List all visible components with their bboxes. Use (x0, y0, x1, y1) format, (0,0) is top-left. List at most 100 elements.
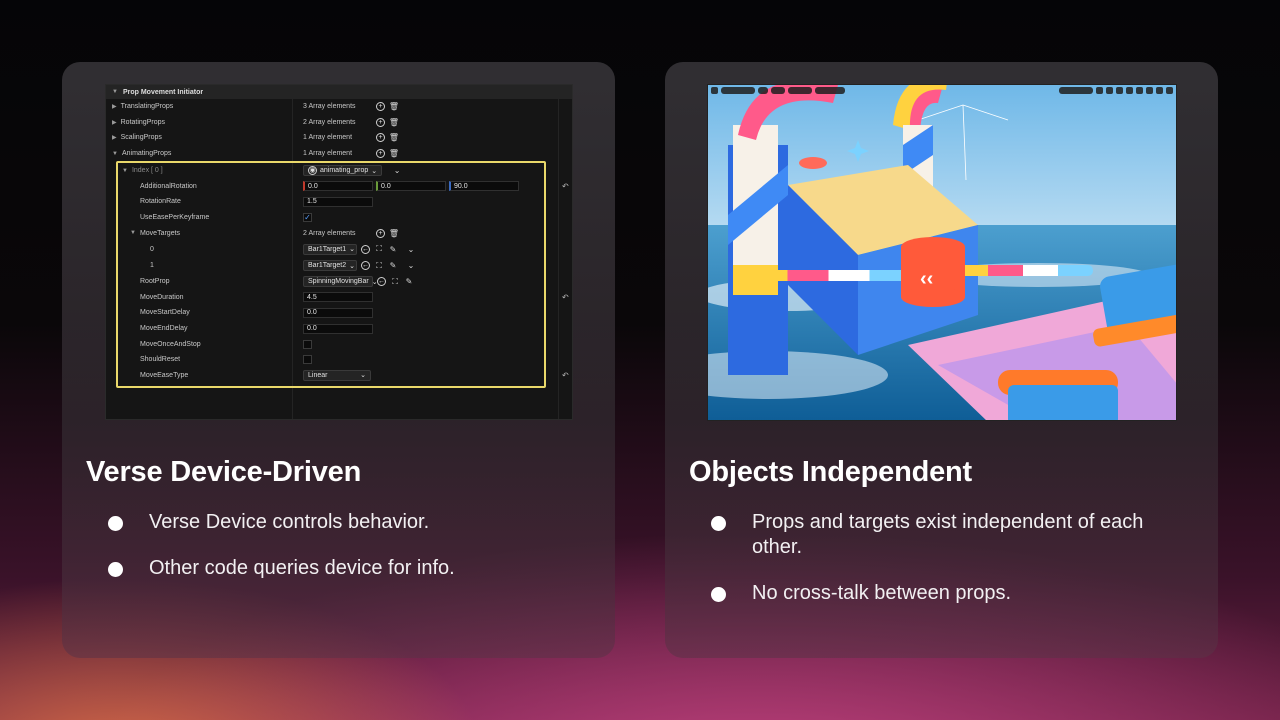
property-row-should-reset[interactable]: ShouldReset (106, 352, 572, 368)
bullet-list: Props and targets exist independent of e… (711, 510, 1171, 627)
array-count: 2 Array elements (303, 229, 356, 237)
reset-arrow-icon[interactable]: ↶ (562, 182, 569, 191)
bullet-text: Verse Device controls behavior. (149, 511, 430, 533)
triangle-right-icon[interactable]: ▶ (112, 134, 117, 141)
root-prop-dropdown[interactable]: SpinningMovingBar ⌄ (303, 276, 378, 288)
chevron-down-icon: ⌄ (360, 372, 366, 380)
reset-arrow-icon[interactable]: ↶ (562, 293, 569, 302)
property-row-move-end-delay[interactable]: MoveEndDelay 0.0 (106, 321, 572, 337)
property-row-move-once[interactable]: MoveOnceAndStop (106, 336, 572, 352)
game-viewport[interactable]: ‹‹ (707, 84, 1177, 421)
rotation-y-field[interactable]: 0.0 (376, 181, 446, 192)
dropdown-value: SpinningMovingBar (308, 278, 369, 286)
plus-circle-icon[interactable]: + (376, 102, 385, 112)
rotation-z-field[interactable]: 90.0 (449, 181, 519, 192)
property-row-target-1[interactable]: 1 Bar1Target2 ⌄ ← ⛶ ✎ ⌄ (106, 258, 572, 274)
property-row-scaling-props[interactable]: ▶ ScalingProps 1 Array element + 🗑 (106, 130, 572, 146)
target-1-dropdown[interactable]: Bar1Target2 ⌄ (303, 260, 357, 272)
triangle-down-icon[interactable]: ▼ (130, 230, 136, 236)
tool-icon[interactable] (1106, 86, 1113, 94)
tool-icon[interactable] (1096, 86, 1103, 94)
property-row-index[interactable]: ▼ Index [ 0 ] ◉ animating_prop ⌄ ⌄ (106, 163, 572, 179)
rotation-x-field[interactable]: 0.0 (303, 181, 373, 192)
move-duration-field[interactable]: 4.5 (303, 292, 373, 303)
property-row-move-duration[interactable]: MoveDuration 4.5 ↶ (106, 290, 572, 306)
arrow-left-circle-icon[interactable]: ← (361, 261, 370, 271)
viewport-button[interactable] (721, 86, 755, 94)
menu-icon[interactable] (711, 86, 718, 94)
dropdown-value: Bar1Target2 (308, 262, 347, 270)
should-reset-checkbox[interactable] (303, 355, 312, 365)
eyedropper-icon[interactable]: ✎ (404, 277, 414, 287)
reset-arrow-icon[interactable]: ↶ (562, 371, 569, 380)
eyedropper-icon[interactable]: ✎ (388, 261, 398, 271)
plus-circle-icon[interactable]: + (376, 117, 385, 127)
bullet-item: Other code queries device for info. (108, 556, 568, 581)
plus-circle-icon[interactable]: + (376, 228, 385, 238)
move-start-delay-field[interactable]: 0.0 (303, 307, 373, 318)
arrow-left-circle-icon[interactable]: ← (361, 244, 370, 254)
target-0-dropdown[interactable]: Bar1Target1 ⌄ (303, 243, 357, 255)
bullet-list: Verse Device controls behavior. Other co… (108, 510, 568, 602)
tool-icon[interactable] (1146, 86, 1153, 94)
arrow-left-circle-icon[interactable]: ← (377, 277, 386, 287)
triangle-down-icon[interactable]: ▼ (112, 151, 118, 157)
select-target-icon[interactable]: ⛶ (390, 277, 400, 287)
property-row-animating-props[interactable]: ▼ AnimatingProps 1 Array element + 🗑 (106, 146, 572, 162)
triangle-down-icon[interactable]: ▼ (112, 89, 118, 95)
chevron-down-icon[interactable]: ⌄ (392, 166, 402, 176)
select-target-icon[interactable]: ⛶ (374, 261, 384, 271)
use-ease-checkbox[interactable]: ✓ (303, 213, 312, 223)
bullet-item: Props and targets exist independent of e… (711, 510, 1171, 560)
property-row-additional-rotation[interactable]: AdditionalRotation 0.0 0.0 90.0 ↶ (106, 179, 572, 195)
plus-circle-icon[interactable]: + (376, 149, 385, 159)
property-row-root-prop[interactable]: RootProp SpinningMovingBar ⌄ ← ⛶ ✎ (106, 274, 572, 290)
trash-icon[interactable]: 🗑 (389, 228, 399, 238)
trash-icon[interactable]: 🗑 (389, 149, 399, 159)
triangle-right-icon[interactable]: ▶ (112, 119, 117, 126)
move-once-checkbox[interactable] (303, 339, 312, 349)
viewport-button[interactable] (1059, 86, 1093, 94)
viewport-button[interactable] (771, 86, 785, 94)
trash-icon[interactable]: 🗑 (389, 117, 399, 127)
property-label: ScalingProps (120, 134, 162, 142)
bullet-dot-icon (711, 516, 726, 531)
viewport-button[interactable] (788, 86, 812, 94)
property-label: MoveEaseType (140, 371, 189, 379)
animating-prop-dropdown[interactable]: ◉ animating_prop ⌄ (303, 165, 383, 177)
trash-icon[interactable]: 🗑 (389, 102, 399, 112)
bullet-item: No cross-talk between props. (711, 581, 1171, 606)
tool-icon[interactable] (1136, 86, 1143, 94)
property-row-rotation-rate[interactable]: RotationRate 1.5 (106, 194, 572, 210)
tool-icon[interactable] (1116, 86, 1123, 94)
viewport-button[interactable] (758, 86, 768, 94)
trash-icon[interactable]: 🗑 (389, 133, 399, 143)
property-row-move-targets[interactable]: ▼ MoveTargets 2 Array elements + 🗑 (106, 225, 572, 241)
property-row-use-ease[interactable]: UseEasePerKeyframe ✓ (106, 210, 572, 226)
property-row-rotating-props[interactable]: ▶ RotatingProps 2 Array elements + 🗑 (106, 115, 572, 131)
property-row-target-0[interactable]: 0 Bar1Target1 ⌄ ← ⛶ ✎ ⌄ (106, 242, 572, 258)
tool-icon[interactable] (1166, 86, 1173, 94)
bullet-dot-icon (108, 562, 123, 577)
plus-circle-icon[interactable]: + (376, 133, 385, 143)
viewport-toolbar (708, 85, 1176, 95)
property-row-move-ease-type[interactable]: MoveEaseType Linear ⌄ ↶ (106, 368, 572, 384)
viewport-button[interactable] (815, 86, 845, 94)
panel-header[interactable]: ▼ Prop Movement Initiator (106, 85, 572, 99)
tool-icon[interactable] (1156, 86, 1163, 94)
rotation-rate-field[interactable]: 1.5 (303, 196, 373, 207)
chevron-down-icon[interactable]: ⌄ (406, 244, 416, 254)
move-end-delay-field[interactable]: 0.0 (303, 323, 373, 334)
tool-icon[interactable] (1126, 86, 1133, 94)
property-row-translating-props[interactable]: ▶ TranslatingProps 3 Array elements + 🗑 (106, 99, 572, 115)
triangle-down-icon[interactable]: ▼ (122, 168, 128, 174)
array-count: 1 Array element (303, 134, 353, 142)
property-label: RootProp (140, 278, 170, 286)
move-ease-type-dropdown[interactable]: Linear ⌄ (303, 369, 371, 381)
select-target-icon[interactable]: ⛶ (374, 244, 384, 254)
bullet-text: Props and targets exist independent of e… (752, 511, 1144, 558)
property-row-move-start-delay[interactable]: MoveStartDelay 0.0 (106, 305, 572, 321)
triangle-right-icon[interactable]: ▶ (112, 103, 117, 110)
eyedropper-icon[interactable]: ✎ (388, 244, 398, 254)
chevron-down-icon[interactable]: ⌄ (406, 261, 416, 271)
